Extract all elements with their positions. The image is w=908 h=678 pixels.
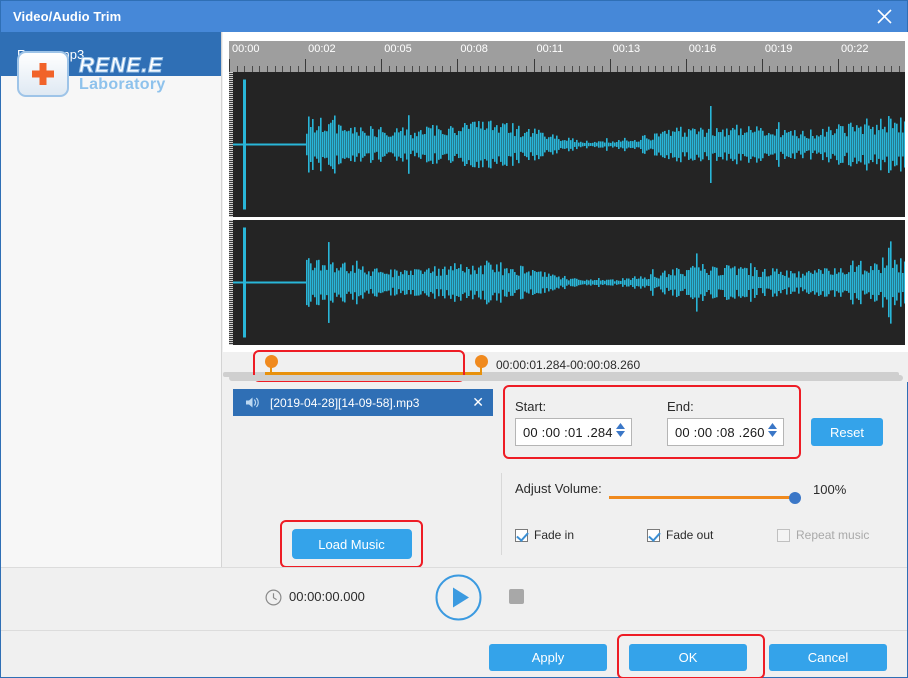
waveform-display[interactable]: [229, 72, 905, 345]
waveform-svg: [233, 227, 905, 338]
checkbox-fade-out[interactable]: Fade out: [647, 528, 713, 542]
ruler-tick-major: [381, 59, 383, 72]
logo-sub-text: Laboratory: [79, 75, 166, 93]
ruler-label: 00:13: [612, 43, 641, 55]
rene-e-logo: RENE.E Laboratory: [17, 51, 166, 97]
ruler-label: 00:00: [232, 43, 260, 55]
logo-text: RENE.E Laboratory: [79, 53, 166, 94]
logo-key-icon: [17, 51, 69, 97]
end-time-input[interactable]: 00 :00 :08 .260: [667, 418, 784, 446]
ruler-tick-major: [685, 59, 687, 72]
horizontal-scrollbar[interactable]: [229, 375, 903, 381]
adjust-volume-label: Adjust Volume:: [515, 481, 602, 496]
start-time-stepper[interactable]: [616, 423, 625, 437]
trim-end-handle[interactable]: [475, 355, 488, 368]
file-sidebar: Renee.mp3: [1, 32, 222, 567]
start-time-value: 00 :00 :01 .284: [523, 424, 613, 440]
checkbox-fade-in[interactable]: Fade in: [515, 528, 574, 542]
stop-icon[interactable]: [509, 589, 524, 604]
checkbox-label: Fade in: [534, 528, 575, 542]
ruler-tick-major: [609, 59, 611, 72]
checkbox-icon: [515, 528, 528, 542]
volume-slider[interactable]: [609, 491, 809, 505]
ruler-tick-major: [229, 59, 230, 72]
ruler-label: 00:05: [384, 43, 412, 55]
timeline-ruler[interactable]: 00:00 00:02 00:05 00:08 00:11 00:13 00:16 00:19…: [229, 41, 905, 72]
cancel-button[interactable]: Cancel: [769, 644, 887, 671]
clock-icon: [265, 589, 282, 611]
window-title: Video/Audio Trim: [13, 9, 122, 24]
apply-button[interactable]: Apply: [489, 644, 607, 671]
trim-settings-panel: Start: 00 :00 :01 .284 End: 00 :00 :08 .…: [501, 385, 908, 567]
ruler-tick-major: [305, 59, 307, 72]
volume-slider-knob[interactable]: [789, 492, 801, 504]
start-time-input[interactable]: 00 :00 :01 .284: [515, 418, 632, 446]
list-item[interactable]: [2019-04-28][14-09-58].mp3 ✕: [233, 389, 493, 416]
volume-slider-track: [609, 496, 796, 499]
panel-divider: [501, 473, 502, 555]
load-music-button[interactable]: Load Music: [291, 529, 412, 559]
ruler-label: 00:02: [308, 43, 336, 55]
checkbox-repeat-music: Repeat music: [777, 528, 869, 542]
file-name-label: [2019-04-28][14-09-58].mp3: [270, 395, 420, 410]
trim-range-text: 00:00:01.284-00:00:08.260: [496, 358, 641, 372]
ruler-tick-major: [838, 59, 839, 72]
waveform-channel-left: [233, 72, 905, 217]
ruler-label: 00:22: [841, 43, 869, 55]
checkbox-label: Fade out: [666, 528, 714, 542]
ruler-label: 00:08: [460, 43, 488, 55]
waveform-panel: 00:00 00:02 00:05 00:08 00:11 00:13 00:16 00:19…: [223, 32, 908, 352]
reset-button[interactable]: Reset: [811, 418, 883, 446]
waveform-svg: [233, 79, 905, 210]
volume-value-label: 100%: [813, 482, 847, 497]
ruler-tick-major: [533, 59, 535, 72]
trim-start-handle[interactable]: [265, 355, 278, 368]
ruler-tick-major: [761, 59, 763, 72]
close-icon[interactable]: ✕: [472, 393, 484, 411]
end-time-stepper[interactable]: [768, 423, 777, 437]
checkbox-icon: [647, 528, 660, 542]
ok-button[interactable]: OK: [629, 644, 747, 671]
start-label: Start:: [515, 399, 547, 414]
checkbox-icon: [777, 528, 790, 542]
waveform-channel-right: [233, 220, 905, 345]
ruler-tick-major: [457, 59, 459, 72]
ruler-label: 00:16: [688, 43, 717, 55]
end-label: End:: [667, 399, 694, 414]
end-time-value: 00 :00 :08 .260: [675, 424, 765, 440]
video-audio-trim-dialog: Video/Audio Trim Renee.mp3 00:0000:0200:…: [0, 0, 908, 678]
ruler-label: 00:11: [536, 43, 564, 55]
load-music-highlight: Load Music: [280, 520, 423, 568]
current-time-label: 00:00:00.000: [289, 589, 365, 604]
play-icon[interactable]: [435, 574, 482, 621]
bottom-separator: [1, 630, 907, 631]
close-icon[interactable]: [861, 1, 907, 32]
title-bar: Video/Audio Trim: [1, 1, 907, 32]
checkbox-label: Repeat music: [796, 528, 870, 542]
ruler-label: 00:19: [764, 43, 793, 55]
speaker-icon: [245, 396, 260, 409]
logo-main-text: RENE.E: [79, 53, 164, 77]
